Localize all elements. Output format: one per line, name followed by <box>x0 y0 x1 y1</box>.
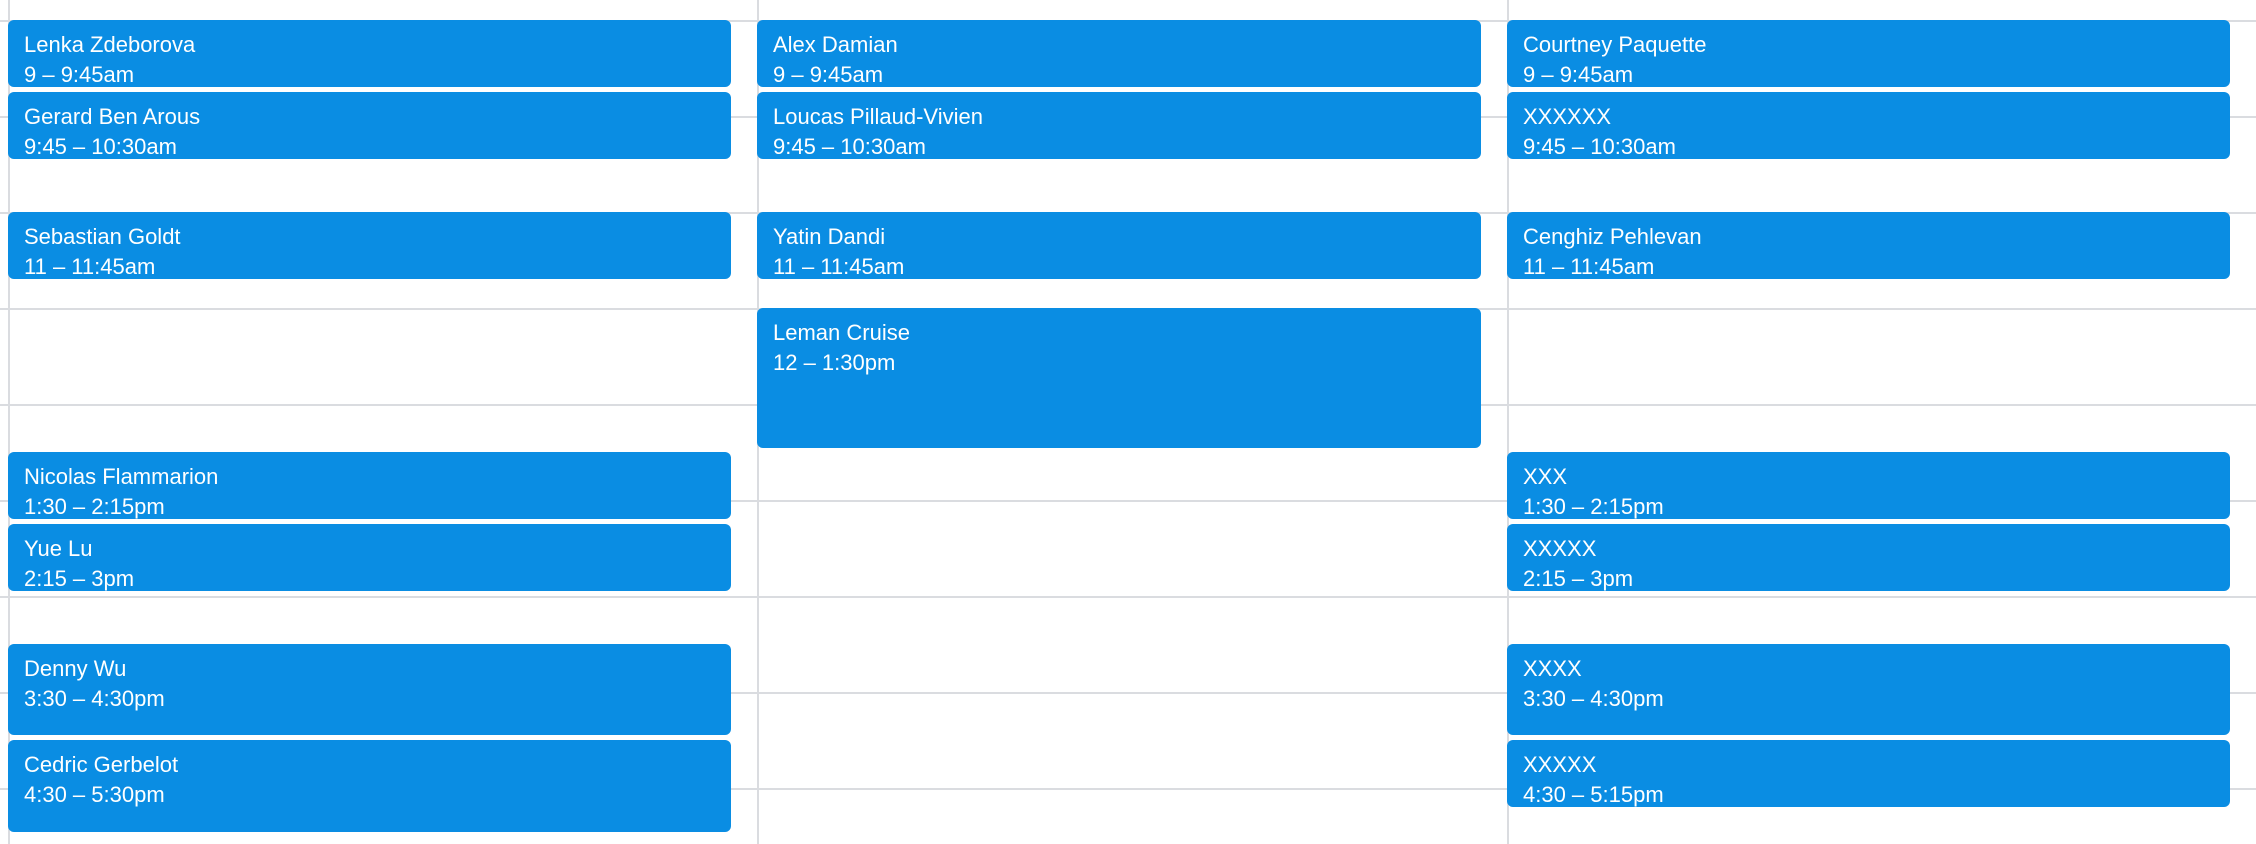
calendar-event[interactable]: Denny Wu 3:30 – 4:30pm <box>8 644 731 735</box>
event-time: 4:30 – 5:15pm <box>1523 782 1664 807</box>
event-time: 11 – 11:45am <box>24 254 156 279</box>
calendar-event[interactable]: Gerard Ben Arous 9:45 – 10:30am <box>8 92 731 159</box>
event-time: 4:30 – 5:30pm <box>24 782 165 807</box>
calendar-event[interactable]: Lenka Zdeborova 9 – 9:45am <box>8 20 731 87</box>
event-time: 2:15 – 3pm <box>24 566 135 591</box>
event-time: 9:45 – 10:30am <box>24 134 177 159</box>
event-title: XXXXXX <box>1523 104 1612 129</box>
calendar-event[interactable]: XXXXXX 9:45 – 10:30am <box>1507 92 2230 159</box>
event-time: 12 – 1:30pm <box>773 350 896 375</box>
calendar-event[interactable]: XXXX 3:30 – 4:30pm <box>1507 644 2230 735</box>
event-time: 1:30 – 2:15pm <box>24 494 165 519</box>
event-time: 9:45 – 10:30am <box>773 134 926 159</box>
event-title: XXX <box>1523 464 1568 489</box>
calendar-event[interactable]: Leman Cruise 12 – 1:30pm <box>757 308 1481 448</box>
event-time: 3:30 – 4:30pm <box>1523 686 1664 711</box>
calendar-event[interactable]: Yue Lu 2:15 – 3pm <box>8 524 731 591</box>
calendar-event[interactable]: Cedric Gerbelot 4:30 – 5:30pm <box>8 740 731 832</box>
event-title: Cedric Gerbelot <box>24 752 179 777</box>
event-title: XXXXX <box>1523 752 1597 777</box>
event-time: 9 – 9:45am <box>773 62 884 87</box>
event-title: Leman Cruise <box>773 320 910 345</box>
event-title: Loucas Pillaud-Vivien <box>773 104 983 129</box>
event-time: 2:15 – 3pm <box>1523 566 1634 591</box>
calendar-event[interactable]: Sebastian Goldt 11 – 11:45am <box>8 212 731 279</box>
calendar-event[interactable]: Nicolas Flammarion 1:30 – 2:15pm <box>8 452 731 519</box>
event-time: 11 – 11:45am <box>1523 254 1655 279</box>
event-title: Denny Wu <box>24 656 127 681</box>
event-time: 9 – 9:45am <box>24 62 135 87</box>
calendar-event[interactable]: Courtney Paquette 9 – 9:45am <box>1507 20 2230 87</box>
event-title: Gerard Ben Arous <box>24 104 201 129</box>
calendar-event[interactable]: Alex Damian 9 – 9:45am <box>757 20 1481 87</box>
event-time: 9 – 9:45am <box>1523 62 1634 87</box>
event-title: Nicolas Flammarion <box>24 464 219 489</box>
calendar-event[interactable]: Cenghiz Pehlevan 11 – 11:45am <box>1507 212 2230 279</box>
calendar-event[interactable]: XXX 1:30 – 2:15pm <box>1507 452 2230 519</box>
event-time: 3:30 – 4:30pm <box>24 686 165 711</box>
calendar-event[interactable]: XXXXX 4:30 – 5:15pm <box>1507 740 2230 807</box>
event-title: XXXXX <box>1523 536 1597 561</box>
event-title: Cenghiz Pehlevan <box>1523 224 1702 249</box>
event-time: 9:45 – 10:30am <box>1523 134 1676 159</box>
event-title: Yue Lu <box>24 536 93 561</box>
calendar-event[interactable]: Loucas Pillaud-Vivien 9:45 – 10:30am <box>757 92 1481 159</box>
calendar-event[interactable]: Yatin Dandi 11 – 11:45am <box>757 212 1481 279</box>
event-time: 11 – 11:45am <box>773 254 905 279</box>
event-title: Sebastian Goldt <box>24 224 181 249</box>
grid-line <box>0 596 2256 598</box>
event-title: XXXX <box>1523 656 1582 681</box>
event-title: Courtney Paquette <box>1523 32 1707 57</box>
calendar-event[interactable]: XXXXX 2:15 – 3pm <box>1507 524 2230 591</box>
event-title: Alex Damian <box>773 32 898 57</box>
event-time: 1:30 – 2:15pm <box>1523 494 1664 519</box>
event-title: Lenka Zdeborova <box>24 32 196 57</box>
calendar-week-grid: Lenka Zdeborova 9 – 9:45am Gerard Ben Ar… <box>0 0 2256 844</box>
event-title: Yatin Dandi <box>773 224 886 249</box>
